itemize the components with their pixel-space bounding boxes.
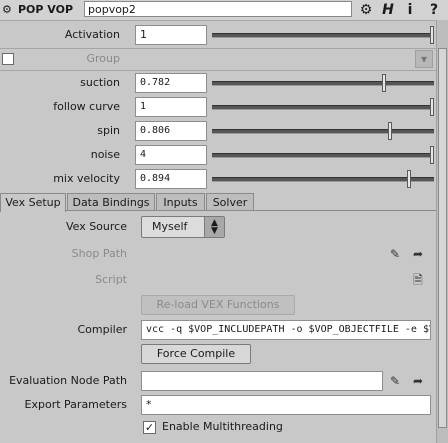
tab-bar: Vex Setup Data Bindings Inputs Solver [0,193,448,212]
jump-to-node-icon[interactable]: ➦ [409,373,427,389]
suction-slider-track[interactable] [212,81,434,86]
edit-script-icon[interactable]: 🗎 [410,272,426,288]
compiler-label: Compiler [77,323,127,336]
activation-slider-track[interactable] [212,33,434,38]
suction-field[interactable]: 0.782 [135,73,207,93]
tab-vex-setup[interactable]: Vex Setup [0,193,66,212]
gear-icon[interactable]: ⚙ [356,0,376,20]
help-question-icon[interactable]: ? [426,0,442,20]
noise-slider-handle[interactable] [430,146,434,164]
vex-source-label: Vex Source [65,220,127,233]
follow-curve-slider-track[interactable] [212,105,434,110]
shop-path-label: Shop Path [71,247,127,260]
node-chooser-icon[interactable]: ✎ [386,246,404,262]
follow-curve-label: follow curve [53,100,120,113]
mix-velocity-label: mix velocity [53,172,120,185]
group-dropdown-icon[interactable]: ▾ [415,50,433,68]
help-h-icon[interactable]: H [380,0,396,20]
scrollbar-thumb[interactable] [438,48,447,428]
tab-inputs[interactable]: Inputs [156,193,205,211]
export-parameters-field[interactable]: * [141,395,431,415]
export-parameters-label: Export Parameters [24,398,127,411]
mix-velocity-slider-track[interactable] [212,177,434,182]
spin-field[interactable]: 0.806 [135,121,207,141]
compiler-field[interactable]: vcc -q $VOP_INCLUDEPATH -o $VOP_OBJECTFI… [141,320,431,340]
follow-curve-field[interactable]: 1 [135,97,207,117]
activation-field[interactable]: 1 [135,25,207,45]
info-icon[interactable]: i [402,0,418,20]
enable-multithreading-checkbox[interactable]: ✓ [143,421,156,434]
suction-label: suction [80,76,120,89]
tab-solver[interactable]: Solver [206,193,254,211]
activation-label: Activation [64,28,120,41]
operator-type-label: POP VOP [18,3,74,16]
tab-data-bindings[interactable]: Data Bindings [67,193,155,211]
evaluation-node-path-field[interactable] [141,371,383,391]
script-label: Script [95,273,127,286]
vertical-scrollbar[interactable] [436,20,448,443]
node-name-field[interactable]: popvop2 [84,1,352,17]
evaluation-node-path-label: Evaluation Node Path [9,374,127,387]
tab-underline [66,210,448,211]
noise-field[interactable]: 4 [135,145,207,165]
vex-source-menu[interactable]: Myself ▲ ▼ [141,216,225,238]
spin-label: spin [97,124,120,137]
vex-source-value: Myself [152,220,188,233]
jump-to-node-icon[interactable]: ➦ [409,246,427,262]
node-type-icon[interactable]: ⚙ [2,2,16,18]
force-compile-button[interactable]: Force Compile [141,344,251,364]
spin-slider-handle[interactable] [387,122,392,140]
suction-slider-handle[interactable] [382,74,387,92]
group-field[interactable] [135,49,412,69]
reload-vex-functions-button[interactable]: Re-load VEX Functions [141,295,295,315]
mix-velocity-field[interactable]: 0.894 [135,169,207,189]
spin-slider-track[interactable] [212,129,434,134]
separator [0,70,436,71]
mix-velocity-slider-handle[interactable] [406,170,411,188]
enable-multithreading-label: Enable Multithreading [162,420,283,433]
noise-label: noise [90,148,120,161]
noise-slider-track[interactable] [212,153,434,158]
node-chooser-icon[interactable]: ✎ [386,373,404,389]
menu-arrows-icon: ▲ ▼ [204,217,224,237]
group-label: Group [86,52,121,65]
activation-slider-handle[interactable] [430,26,434,44]
follow-curve-slider-handle[interactable] [430,98,434,116]
